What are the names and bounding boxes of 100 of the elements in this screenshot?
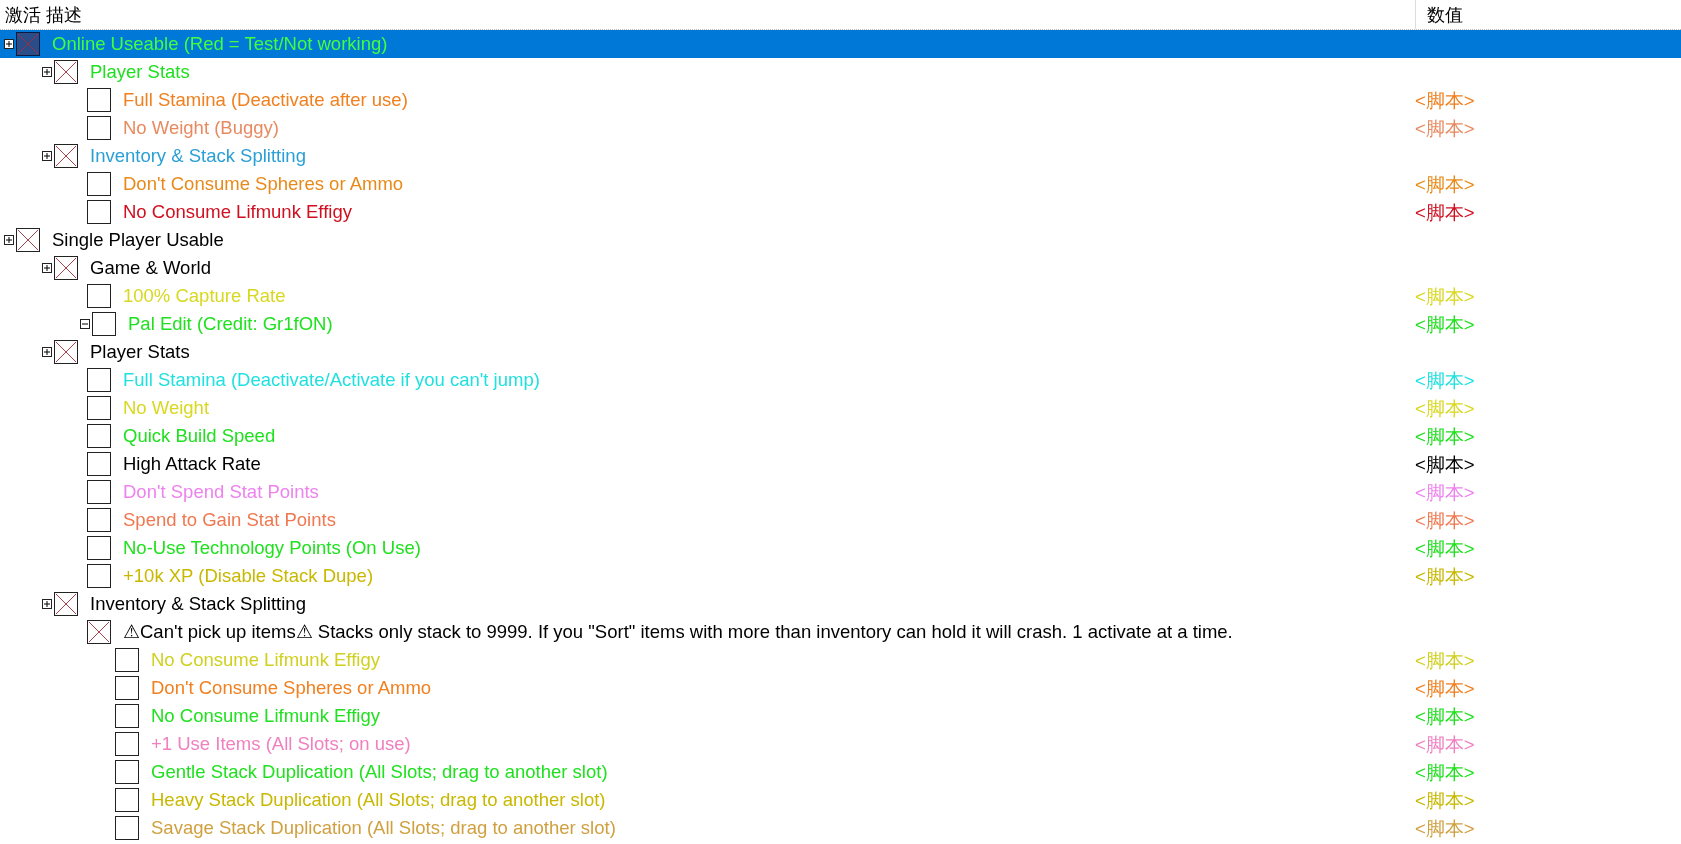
entry-description: No Consume Lifmunk Effigy xyxy=(151,649,381,671)
checkbox[interactable] xyxy=(87,424,111,448)
checkbox[interactable] xyxy=(87,536,111,560)
table-row[interactable]: Inventory & Stack Splitting xyxy=(0,142,1681,170)
checkbox[interactable] xyxy=(115,676,139,700)
entry-description: Full Stamina (Deactivate/Activate if you can't jump) xyxy=(123,369,541,391)
table-row[interactable]: No Consume Lifmunk Effigy <脚本> xyxy=(0,702,1681,730)
column-header[interactable]: 激活 xyxy=(0,2,41,27)
table-row[interactable]: Gentle Stack Duplication (All Slots; drag to another slot) <脚本> xyxy=(0,758,1681,786)
entry-description: +1 Use Items (All Slots; on use) xyxy=(151,733,412,755)
checkbox[interactable] xyxy=(115,760,139,784)
entry-value: <脚本> xyxy=(1414,452,1476,477)
entry-value: <脚本> xyxy=(1414,564,1476,589)
expand-icon[interactable] xyxy=(4,235,14,245)
checkbox[interactable] xyxy=(87,396,111,420)
entry-value: <脚本> xyxy=(1414,816,1476,841)
entry-value: <脚本> xyxy=(1414,480,1476,505)
entry-value: <脚本> xyxy=(1414,396,1476,421)
entry-description: Savage Stack Duplication (All Slots; drag to another slot) xyxy=(151,817,617,839)
table-row[interactable]: ⚠Can't pick up items⚠ Stacks only stack to 9999. If you "Sort" items with more than inventory can hold it will crash. 1 activate at a time. xyxy=(0,618,1681,646)
checkbox[interactable] xyxy=(87,172,111,196)
entry-description: ⚠Can't pick up items⚠ Stacks only stack to 9999. If you "Sort" items with more than inventory can hold it will crash. 1 activate at a time. xyxy=(123,621,1234,643)
table-row[interactable]: Full Stamina (Deactivate/Activate if you can't jump) <脚本> xyxy=(0,366,1681,394)
table-row[interactable]: No-Use Technology Points (On Use) <脚本> xyxy=(0,534,1681,562)
checkbox[interactable] xyxy=(54,144,78,168)
table-row[interactable]: Savage Stack Duplication (All Slots; drag to another slot) <脚本> xyxy=(0,814,1681,842)
checkbox[interactable] xyxy=(115,816,139,840)
entry-description: Spend to Gain Stat Points xyxy=(123,509,337,531)
entry-value: <脚本> xyxy=(1414,284,1476,309)
checkbox[interactable] xyxy=(16,32,40,56)
entry-description: +10k XP (Disable Stack Dupe) xyxy=(123,565,375,587)
table-row[interactable]: No Weight <脚本> xyxy=(0,394,1681,422)
checkbox[interactable] xyxy=(87,116,111,140)
table-row[interactable]: +10k XP (Disable Stack Dupe) <脚本> xyxy=(0,562,1681,590)
expand-icon[interactable] xyxy=(42,151,52,161)
checkbox[interactable] xyxy=(115,788,139,812)
entry-value: <脚本> xyxy=(1414,536,1476,561)
checkbox[interactable] xyxy=(87,480,111,504)
collapse-icon[interactable] xyxy=(80,319,90,329)
table-row[interactable]: Player Stats xyxy=(0,58,1681,86)
table-row[interactable]: No Consume Lifmunk Effigy <脚本> xyxy=(0,646,1681,674)
table-row[interactable]: Quick Build Speed <脚本> xyxy=(0,422,1681,450)
entry-description: Gentle Stack Duplication (All Slots; drag to another slot) xyxy=(151,761,609,783)
checkbox[interactable] xyxy=(16,228,40,252)
entry-value: <脚本> xyxy=(1414,88,1476,113)
entry-value: <脚本> xyxy=(1414,704,1476,729)
table-row[interactable]: Full Stamina (Deactivate after use) <脚本> xyxy=(0,86,1681,114)
table-row[interactable]: No Weight (Buggy) <脚本> xyxy=(0,114,1681,142)
expand-icon[interactable] xyxy=(42,263,52,273)
table-row[interactable]: Inventory & Stack Splitting xyxy=(0,590,1681,618)
entry-value: <脚本> xyxy=(1414,732,1476,757)
entry-description: Don't Consume Spheres or Ammo xyxy=(123,173,405,195)
checkbox[interactable] xyxy=(87,88,111,112)
checkbox[interactable] xyxy=(87,284,111,308)
checkbox[interactable] xyxy=(54,256,78,280)
checkbox[interactable] xyxy=(54,60,78,84)
table-row[interactable]: Pal Edit (Credit: Gr1fON) <脚本> xyxy=(0,310,1681,338)
checkbox[interactable] xyxy=(87,452,111,476)
entry-description: Player Stats xyxy=(90,61,191,83)
checkbox[interactable] xyxy=(87,508,111,532)
entry-value: <脚本> xyxy=(1414,368,1476,393)
table-row[interactable]: Single Player Usable xyxy=(0,226,1681,254)
checkbox[interactable] xyxy=(54,592,78,616)
table-row[interactable]: Heavy Stack Duplication (All Slots; drag to another slot) <脚本> xyxy=(0,786,1681,814)
expand-icon[interactable] xyxy=(4,39,14,49)
entry-value: <脚本> xyxy=(1414,508,1476,533)
entry-description: Single Player Usable xyxy=(52,229,225,251)
table-row[interactable]: Spend to Gain Stat Points <脚本> xyxy=(0,506,1681,534)
entry-description: Don't Spend Stat Points xyxy=(123,481,320,503)
checkbox[interactable] xyxy=(115,704,139,728)
table-row[interactable]: 100% Capture Rate <脚本> xyxy=(0,282,1681,310)
column-header[interactable]: 数值 xyxy=(1415,0,1681,29)
entry-description: No-Use Technology Points (On Use) xyxy=(123,537,422,559)
checkbox[interactable] xyxy=(115,732,139,756)
column-header[interactable]: 描述 xyxy=(46,2,1415,27)
entry-description: Game & World xyxy=(90,257,212,279)
table-row[interactable]: Player Stats xyxy=(0,338,1681,366)
checkbox[interactable] xyxy=(87,620,111,644)
checkbox[interactable] xyxy=(92,312,116,336)
checkbox[interactable] xyxy=(87,564,111,588)
entry-description: Heavy Stack Duplication (All Slots; drag to another slot) xyxy=(151,789,607,811)
table-row[interactable]: High Attack Rate <脚本> xyxy=(0,450,1681,478)
checkbox[interactable] xyxy=(87,368,111,392)
table-row[interactable]: Online Useable (Red = Test/Not working) xyxy=(0,30,1681,58)
table-row[interactable]: Don't Consume Spheres or Ammo <脚本> xyxy=(0,170,1681,198)
table-row[interactable]: Don't Consume Spheres or Ammo <脚本> xyxy=(0,674,1681,702)
entry-value: <脚本> xyxy=(1414,200,1476,225)
checkbox[interactable] xyxy=(87,200,111,224)
table-row[interactable]: Game & World xyxy=(0,254,1681,282)
expand-icon[interactable] xyxy=(42,347,52,357)
expand-icon[interactable] xyxy=(42,599,52,609)
entry-description: High Attack Rate xyxy=(123,453,262,475)
table-row[interactable]: No Consume Lifmunk Effigy <脚本> xyxy=(0,198,1681,226)
table-row[interactable]: Don't Spend Stat Points <脚本> xyxy=(0,478,1681,506)
checkbox[interactable] xyxy=(115,648,139,672)
entry-description: Pal Edit (Credit: Gr1fON) xyxy=(128,313,334,335)
table-row[interactable]: +1 Use Items (All Slots; on use) <脚本> xyxy=(0,730,1681,758)
checkbox[interactable] xyxy=(54,340,78,364)
entry-description: Full Stamina (Deactivate after use) xyxy=(123,89,409,111)
expand-icon[interactable] xyxy=(42,67,52,77)
